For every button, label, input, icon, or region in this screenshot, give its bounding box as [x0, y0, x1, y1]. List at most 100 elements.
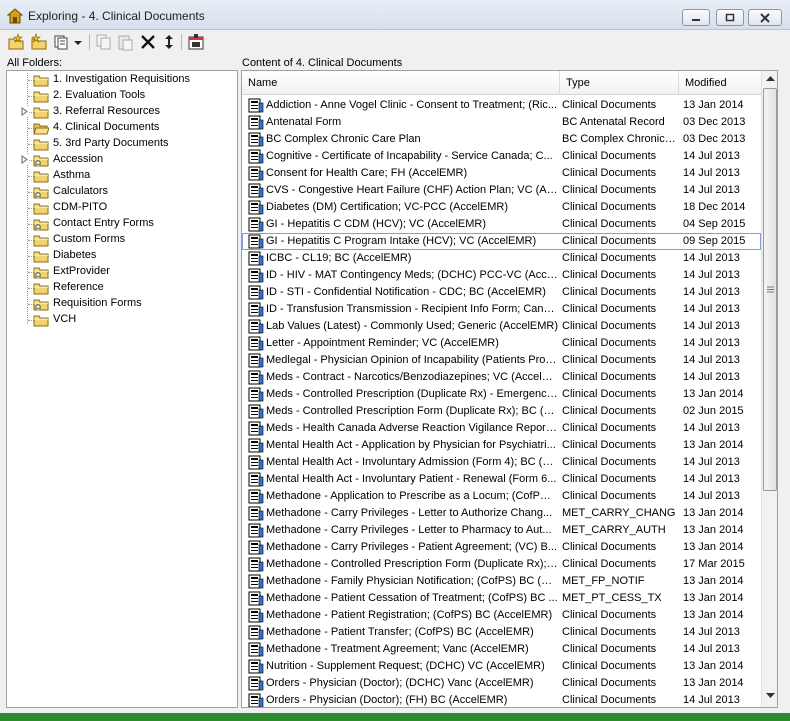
document-type: Clinical Documents [562, 541, 657, 553]
list-item[interactable]: Diabetes (DM) Certification; VC-PCC (Acc… [242, 199, 761, 216]
list-item[interactable]: Meds - Health Canada Adverse Reaction Vi… [242, 420, 761, 437]
scroll-thumb[interactable] [763, 88, 777, 491]
list-item[interactable]: Letter - Appointment Reminder; VC (Accel… [242, 335, 761, 352]
list-item[interactable]: ID - Transfusion Transmission - Recipien… [242, 301, 761, 318]
maximize-button[interactable] [716, 9, 744, 26]
form-document-icon [248, 540, 264, 555]
list-item[interactable]: Methadone - Family Physician Notificatio… [242, 573, 761, 590]
list-item[interactable]: Meds - Controlled Prescription (Duplicat… [242, 386, 761, 403]
document-type: Clinical Documents [562, 388, 657, 400]
tree-item[interactable]: 4. Clinical Documents [7, 120, 237, 136]
list-item[interactable]: Methadone - Carry Privileges - Letter to… [242, 522, 761, 539]
new-folder-icon[interactable] [7, 33, 25, 51]
expand-arrow-icon[interactable] [20, 107, 29, 116]
tree-item[interactable]: 1. Investigation Requisitions [7, 72, 237, 88]
list-item[interactable]: Medlegal - Physician Opinion of Incapabi… [242, 352, 761, 369]
app-icon [7, 8, 23, 24]
list-item[interactable]: CVS - Congestive Heart Failure (CHF) Act… [242, 182, 761, 199]
list-item[interactable]: BC Complex Chronic Care Plan BC Complex C… [242, 131, 761, 148]
list-item[interactable]: Meds - Contract - Narcotics/Benzodiazepi… [242, 369, 761, 386]
list-item[interactable]: Methadone - Patient Transfer; (CofPS) BC… [242, 624, 761, 641]
folder-tree[interactable]: 1. Investigation Requisitions 2. Evaluati… [6, 70, 238, 708]
tree-item[interactable]: Calculators [7, 184, 237, 200]
scroll-down-icon[interactable] [766, 693, 775, 699]
tree-item[interactable]: Diabetes [7, 248, 237, 264]
tree-item[interactable]: ExtProvider [7, 264, 237, 280]
list-item[interactable]: Methadone - Application to Prescribe as … [242, 488, 761, 505]
tree-item[interactable]: VCH [7, 312, 237, 328]
paste-icon[interactable] [116, 33, 134, 51]
document-name: Meds - Controlled Prescription Form (Dup… [266, 405, 558, 417]
document-name: Methadone - Controlled Prescription Form… [266, 558, 558, 570]
tree-item[interactable]: Reference [7, 280, 237, 296]
tree-item[interactable]: Custom Forms [7, 232, 237, 248]
list-item[interactable]: Methadone - Controlled Prescription Form… [242, 556, 761, 573]
form-document-icon [248, 353, 264, 368]
tree-item[interactable]: Asthma [7, 168, 237, 184]
list-item[interactable]: ID - STI - Confidential Notification - C… [242, 284, 761, 301]
document-name: Meds - Health Canada Adverse Reaction Vi… [266, 422, 558, 434]
form-document-icon [248, 370, 264, 385]
document-type: MET_CARRY_CHANG [562, 507, 676, 519]
properties-icon[interactable] [187, 33, 205, 51]
document-modified: 02 Jun 2015 [683, 405, 744, 417]
copy-icon[interactable] [95, 33, 113, 51]
views-dropdown-icon[interactable] [72, 33, 84, 51]
list-item[interactable]: Meds - Controlled Prescription Form (Dup… [242, 403, 761, 420]
tree-item[interactable]: 2. Evaluation Tools [7, 88, 237, 104]
views-icon[interactable] [53, 33, 71, 51]
tree-item[interactable]: CDM-PITO [7, 200, 237, 216]
delete-icon[interactable] [139, 33, 157, 51]
document-modified: 13 Jan 2014 [683, 609, 744, 621]
scroll-up-icon[interactable] [766, 75, 775, 81]
tree-item[interactable]: Contact Entry Forms [7, 216, 237, 232]
document-modified: 14 Jul 2013 [683, 473, 740, 485]
form-document-icon [248, 166, 264, 181]
list-item[interactable]: Methadone - Carry Privileges - Letter to… [242, 505, 761, 522]
list-item[interactable]: Cognitive - Certificate of Incapability … [242, 148, 761, 165]
vertical-scrollbar[interactable] [761, 71, 777, 707]
list-item[interactable]: GI - Hepatitis C CDM (HCV); VC (AccelEMR… [242, 216, 761, 233]
minimize-icon [692, 19, 700, 21]
list-item[interactable]: Mental Health Act - Involuntary Admissio… [242, 454, 761, 471]
list-item[interactable]: Mental Health Act - Application by Physi… [242, 437, 761, 454]
tree-item-label: ExtProvider [53, 265, 110, 277]
list-item[interactable]: Orders - Physician (Doctor); (FH) BC (Ac… [242, 692, 761, 707]
form-document-icon [248, 319, 264, 334]
list-item[interactable]: ID - HIV - MAT Contingency Meds; (DCHC) … [242, 267, 761, 284]
list-item[interactable]: Methadone - Carry Privileges - Patient A… [242, 539, 761, 556]
list-item[interactable]: Antenatal Form BC Antenatal Record 03 Dec … [242, 114, 761, 131]
document-type: Clinical Documents [562, 609, 657, 621]
toolbar [0, 30, 790, 54]
close-button[interactable] [748, 9, 782, 26]
list-item[interactable]: ICBC - CL19; BC (AccelEMR) Clinical Docum… [242, 250, 761, 267]
column-header-name[interactable]: Name [242, 71, 560, 95]
tree-item-label: Contact Entry Forms [53, 217, 154, 229]
list-item[interactable]: Lab Values (Latest) - Commonly Used; Gen… [242, 318, 761, 335]
list-item[interactable]: Consent for Health Care; FH (AccelEMR) Cl… [242, 165, 761, 182]
refresh-icon[interactable] [160, 33, 178, 51]
minimize-button[interactable] [682, 9, 710, 26]
list-item[interactable]: Nutrition - Supplement Request; (DCHC) V… [242, 658, 761, 675]
list-item[interactable]: Addiction - Anne Vogel Clinic - Consent … [242, 97, 761, 114]
list-item[interactable]: Methadone - Patient Registration; (CofPS… [242, 607, 761, 624]
list-item[interactable]: Methadone - Patient Cessation of Treatme… [242, 590, 761, 607]
expand-arrow-icon[interactable] [20, 155, 29, 164]
tree-item[interactable]: Requisition Forms [7, 296, 237, 312]
column-header-modified[interactable]: Modified [679, 71, 761, 95]
new-item-icon[interactable] [30, 33, 48, 51]
tree-item[interactable]: 5. 3rd Party Documents [7, 136, 237, 152]
list-item[interactable]: Orders - Physician (Doctor); (DCHC) Vanc… [242, 675, 761, 692]
tree-item[interactable]: 3. Referral Resources [7, 104, 237, 120]
list-item-selected[interactable]: GI - Hepatitis C Program Intake (HCV); V… [242, 233, 761, 250]
document-modified: 14 Jul 2013 [683, 456, 740, 468]
document-modified: 13 Jan 2014 [683, 507, 744, 519]
content-list[interactable]: Name Type Modified Addiction - Anne Voge… [241, 70, 778, 708]
list-item[interactable]: Mental Health Act - Involuntary Patient … [242, 471, 761, 488]
tree-item[interactable]: Accession [7, 152, 237, 168]
document-type: Clinical Documents [562, 371, 657, 383]
tree-item-label: Requisition Forms [53, 297, 142, 309]
list-item[interactable]: Methadone - Treatment Agreement; Vanc (A… [242, 641, 761, 658]
tree-item-label: CDM-PITO [53, 201, 108, 213]
column-header-type[interactable]: Type [560, 71, 679, 95]
